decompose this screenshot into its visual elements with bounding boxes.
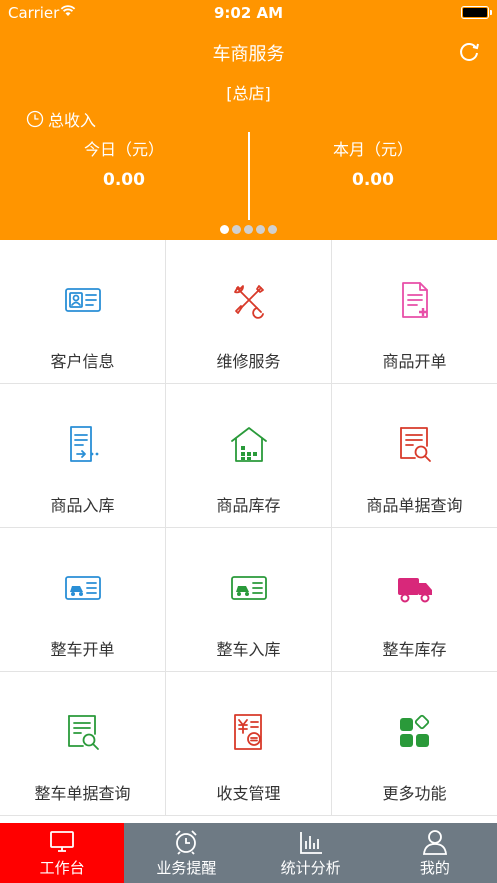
- grid-item[interactable]: 整车开单: [0, 528, 166, 672]
- month-label: 本月（元）: [332, 140, 413, 159]
- grid-item-label: 收支管理: [216, 784, 281, 803]
- today-value: 0.00: [103, 170, 145, 190]
- month-income: 本月（元） 0.00: [249, 136, 497, 190]
- monitor-icon: [50, 831, 75, 852]
- grid-item-label: 商品开单: [382, 352, 447, 371]
- grid-item[interactable]: 整车库存: [332, 528, 497, 672]
- grid-item[interactable]: 维修服务: [166, 240, 332, 384]
- grid-item[interactable]: 商品入库: [0, 384, 166, 528]
- truck-icon: [397, 578, 432, 603]
- grid-item[interactable]: 商品库存: [166, 384, 332, 528]
- total-income: 总收入: [26, 107, 96, 131]
- page-dot[interactable]: [268, 225, 277, 234]
- grid-item-label: 整车入库: [216, 640, 281, 659]
- grid-item[interactable]: 客户信息: [0, 240, 166, 384]
- grid-item-label: 整车开单: [50, 640, 115, 659]
- store-selector[interactable]: [总店]: [0, 80, 497, 104]
- document-add-icon: [401, 282, 428, 318]
- tab-label: 工作台: [39, 859, 85, 877]
- today-income: 今日（元） 0.00: [0, 136, 248, 190]
- document-search-icon: [399, 427, 431, 462]
- battery-icon: [461, 6, 492, 19]
- car-card-icon: [64, 576, 101, 600]
- ledger-icon: [233, 714, 262, 750]
- tab-monitor[interactable]: 工作台: [0, 823, 125, 883]
- status-bar: Carrier 9:02 AM: [0, 0, 497, 26]
- grid-item-label: 更多功能: [382, 784, 447, 803]
- clock-icon: [26, 110, 44, 128]
- grid-item[interactable]: 整车入库: [166, 528, 332, 672]
- grid-item[interactable]: 更多功能: [332, 672, 497, 816]
- customer-card-icon: [64, 288, 101, 312]
- wrench-screwdriver-icon: [233, 285, 264, 319]
- grid-item[interactable]: 商品单据查询: [332, 384, 497, 528]
- tab-user[interactable]: 我的: [373, 823, 497, 883]
- refresh-icon[interactable]: [457, 40, 481, 64]
- grid-item-label: 商品库存: [216, 496, 281, 515]
- total-income-label: 总收入: [48, 111, 97, 130]
- warehouse-icon: [230, 427, 267, 462]
- grid-item-label: 客户信息: [50, 352, 115, 371]
- today-label: 今日（元）: [83, 140, 164, 159]
- tab-bar: 工作台 业务提醒 统计分析 我的: [0, 823, 497, 883]
- page-title: 车商服务: [212, 44, 285, 65]
- header: Carrier 9:02 AM 车商服务 [总店] 总收入 今日（元） 0.00…: [0, 0, 497, 240]
- tab-label: 业务提醒: [156, 859, 217, 877]
- page-indicator[interactable]: [0, 225, 497, 234]
- bar-chart-icon: [299, 832, 322, 854]
- tab-label: 我的: [419, 859, 450, 877]
- car-inbound-icon: [230, 576, 267, 600]
- grid-item[interactable]: 整车单据查询: [0, 672, 166, 816]
- user-icon: [422, 830, 447, 855]
- clock-time: 9:02 AM: [213, 4, 284, 22]
- grid-item-label: 整车单据查询: [34, 784, 131, 803]
- apps-icon: [399, 714, 429, 747]
- document-inbound-icon: [69, 426, 98, 462]
- grid-item[interactable]: 收支管理: [166, 672, 332, 816]
- page-dot[interactable]: [232, 225, 241, 234]
- grid-item-label: 整车库存: [382, 640, 447, 659]
- grid-item-label: 商品单据查询: [366, 496, 463, 515]
- tab-bar-chart[interactable]: 统计分析: [249, 823, 373, 883]
- tab-label: 统计分析: [280, 859, 341, 877]
- tab-alarm-clock[interactable]: 业务提醒: [124, 823, 248, 883]
- alarm-clock-icon: [175, 830, 198, 855]
- month-value: 0.00: [352, 170, 394, 190]
- page-dot[interactable]: [220, 225, 229, 234]
- page-dot[interactable]: [244, 225, 253, 234]
- page-dot[interactable]: [256, 225, 265, 234]
- document-search-icon: [67, 715, 99, 750]
- grid-item-label: 商品入库: [50, 496, 115, 515]
- grid-item-label: 维修服务: [216, 352, 281, 371]
- grid-item[interactable]: 商品开单: [332, 240, 497, 384]
- function-grid: 客户信息 维修服务 商品开单商品入库 商品库存 商品单据查询整车开单 整车入库 整车库存整车…: [0, 240, 497, 816]
